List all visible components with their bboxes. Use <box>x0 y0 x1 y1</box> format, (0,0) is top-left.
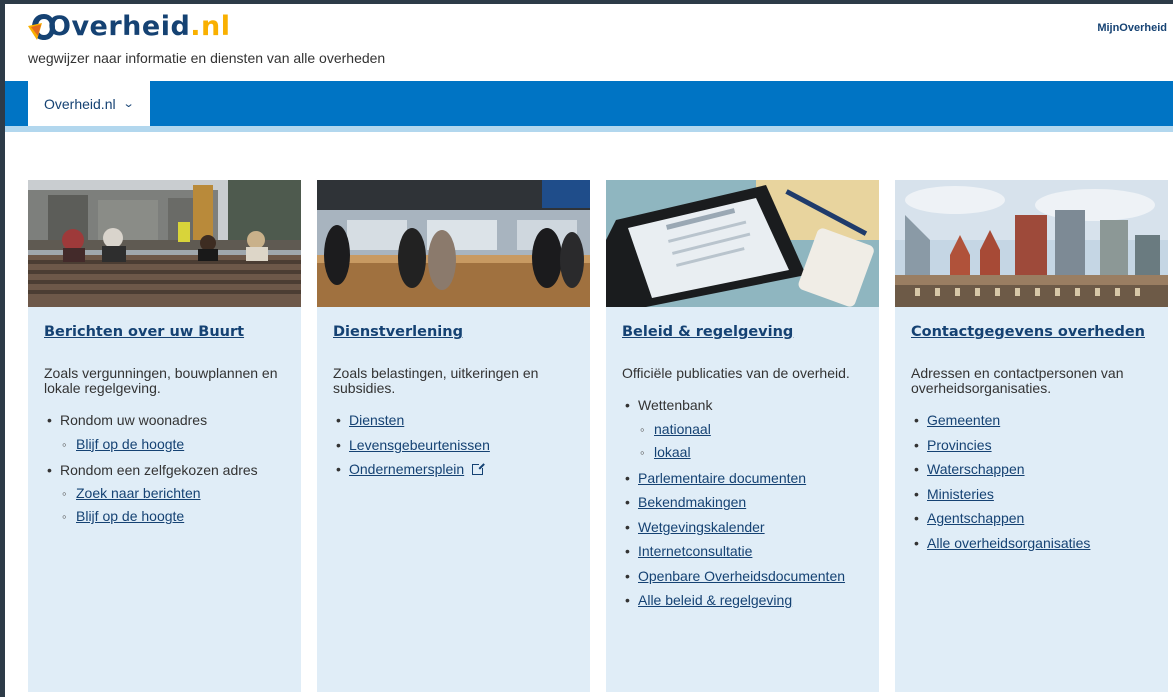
card-grid: Berichten over uw Buurt Zoals vergunning… <box>28 180 1168 692</box>
logo-wordmark: Overheid.nl <box>48 10 231 42</box>
header: Overheid.nl wegwijzer naar informatie en… <box>5 4 1173 81</box>
wetgevingskalender-link[interactable]: Wetgevingskalender <box>638 519 765 535</box>
agentschappen-link[interactable]: Agentschappen <box>927 510 1024 526</box>
list-item: Levensgebeurtenissen <box>333 433 574 458</box>
list-item: Gemeenten <box>911 408 1152 433</box>
card-contactgegevens: Contactgegevens overheden Adressen en co… <box>895 180 1168 692</box>
list-item: Rondom een zelfgekozen adres Zoek naar b… <box>44 458 285 529</box>
nav-tab-overheid[interactable]: Overheid.nl ⌄ <box>28 81 150 126</box>
sub-list-item: Blijf op de hoogte <box>60 433 285 456</box>
mijnoverheid-link[interactable]: MijnOverheid <box>1097 22 1167 34</box>
parlementaire-documenten-link[interactable]: Parlementaire documenten <box>638 470 806 486</box>
card-description: Adressen en contactpersonen van overheid… <box>911 365 1124 396</box>
ministeries-link[interactable]: Ministeries <box>927 486 994 502</box>
page: Overheid.nl wegwijzer naar informatie en… <box>5 4 1173 697</box>
card-description: Zoals belastingen, uitkeringen en subsid… <box>333 365 539 396</box>
card-image <box>28 180 301 307</box>
card-image <box>317 180 590 307</box>
card-list: Rondom uw woonadres Blijf op de hoogte R… <box>44 408 285 528</box>
sub-list-item: Zoek naar berichten <box>60 482 285 505</box>
main-nav: Overheid.nl ⌄ <box>5 81 1173 126</box>
card-image <box>895 180 1168 307</box>
list-item: Diensten <box>333 408 574 433</box>
provincies-link[interactable]: Provincies <box>927 437 992 453</box>
list-item: Internetconsultatie <box>622 539 863 564</box>
list-item: Openbare Overheidsdocumenten <box>622 564 863 589</box>
list-item: Alle overheidsorganisaties <box>911 531 1152 556</box>
ondernemersplein-link[interactable]: Ondernemersplein <box>349 461 464 477</box>
sub-list-item: Blijf op de hoogte <box>60 505 285 528</box>
external-link-icon <box>472 462 486 475</box>
card-buurt: Berichten over uw Buurt Zoals vergunning… <box>28 180 301 692</box>
list-item: Rondom uw woonadres Blijf op de hoogte <box>44 408 285 456</box>
site-logo[interactable]: Overheid.nl <box>28 8 231 44</box>
gemeenten-link[interactable]: Gemeenten <box>927 412 1000 428</box>
list-item: Wettenbank nationaal lokaal <box>622 393 863 464</box>
list-item: Ministeries <box>911 482 1152 507</box>
lokaal-link[interactable]: lokaal <box>654 444 691 460</box>
diensten-link[interactable]: Diensten <box>349 412 404 428</box>
list-item: Alle beleid & regelgeving <box>622 588 863 613</box>
list-item: Wetgevingskalender <box>622 515 863 540</box>
list-item: Agentschappen <box>911 506 1152 531</box>
card-list: Wettenbank nationaal lokaal Parlementair… <box>622 393 863 613</box>
card-description: Officiële publicaties van de overheid. <box>622 365 850 381</box>
bekendmakingen-link[interactable]: Bekendmakingen <box>638 494 746 510</box>
list-item-label: Rondom een zelfgekozen adres <box>60 461 258 478</box>
sub-list-item: nationaal <box>638 418 863 441</box>
alle-beleid-link[interactable]: Alle beleid & regelgeving <box>638 592 792 608</box>
chevron-down-icon: ⌄ <box>122 98 135 110</box>
site-tagline: wegwijzer naar informatie en diensten va… <box>28 50 386 66</box>
list-item: Provincies <box>911 433 1152 458</box>
logo-mark-icon <box>28 10 55 42</box>
list-item: Waterschappen <box>911 457 1152 482</box>
zoek-naar-berichten-link[interactable]: Zoek naar berichten <box>76 485 201 501</box>
list-item: Bekendmakingen <box>622 490 863 515</box>
blijf-op-de-hoogte-link[interactable]: Blijf op de hoogte <box>76 508 184 524</box>
card-list: Gemeenten Provincies Waterschappen Minis… <box>911 408 1152 555</box>
waterschappen-link[interactable]: Waterschappen <box>927 461 1025 477</box>
list-item: Parlementaire documenten <box>622 466 863 491</box>
nationaal-link[interactable]: nationaal <box>654 421 711 437</box>
levensgebeurtenissen-link[interactable]: Levensgebeurtenissen <box>349 437 490 453</box>
card-dienstverlening: Dienstverlening Zoals belastingen, uitke… <box>317 180 590 692</box>
sub-list-item: lokaal <box>638 441 863 464</box>
card-image <box>606 180 879 307</box>
card-title-link[interactable]: Dienstverlening <box>333 324 574 340</box>
list-item: Ondernemersplein <box>333 457 574 482</box>
card-list: Diensten Levensgebeurtenissen Ondernemer… <box>333 408 574 482</box>
openbare-overheidsdocumenten-link[interactable]: Openbare Overheidsdocumenten <box>638 568 845 584</box>
blijf-op-de-hoogte-link[interactable]: Blijf op de hoogte <box>76 436 184 452</box>
card-description: Zoals vergunningen, bouwplannen en lokal… <box>44 365 278 396</box>
internetconsultatie-link[interactable]: Internetconsultatie <box>638 543 752 559</box>
nav-underline <box>5 126 1173 132</box>
list-item-label: Wettenbank <box>638 397 713 413</box>
nav-tab-label: Overheid.nl <box>44 95 116 112</box>
card-title-link[interactable]: Beleid & regelgeving <box>622 324 863 340</box>
card-title-link[interactable]: Berichten over uw Buurt <box>44 324 285 340</box>
card-beleid: Beleid & regelgeving Officiële publicati… <box>606 180 879 692</box>
list-item-label: Rondom uw woonadres <box>60 412 208 428</box>
alle-overheidsorganisaties-link[interactable]: Alle overheidsorganisaties <box>927 535 1090 551</box>
card-title-link[interactable]: Contactgegevens overheden <box>911 324 1152 340</box>
